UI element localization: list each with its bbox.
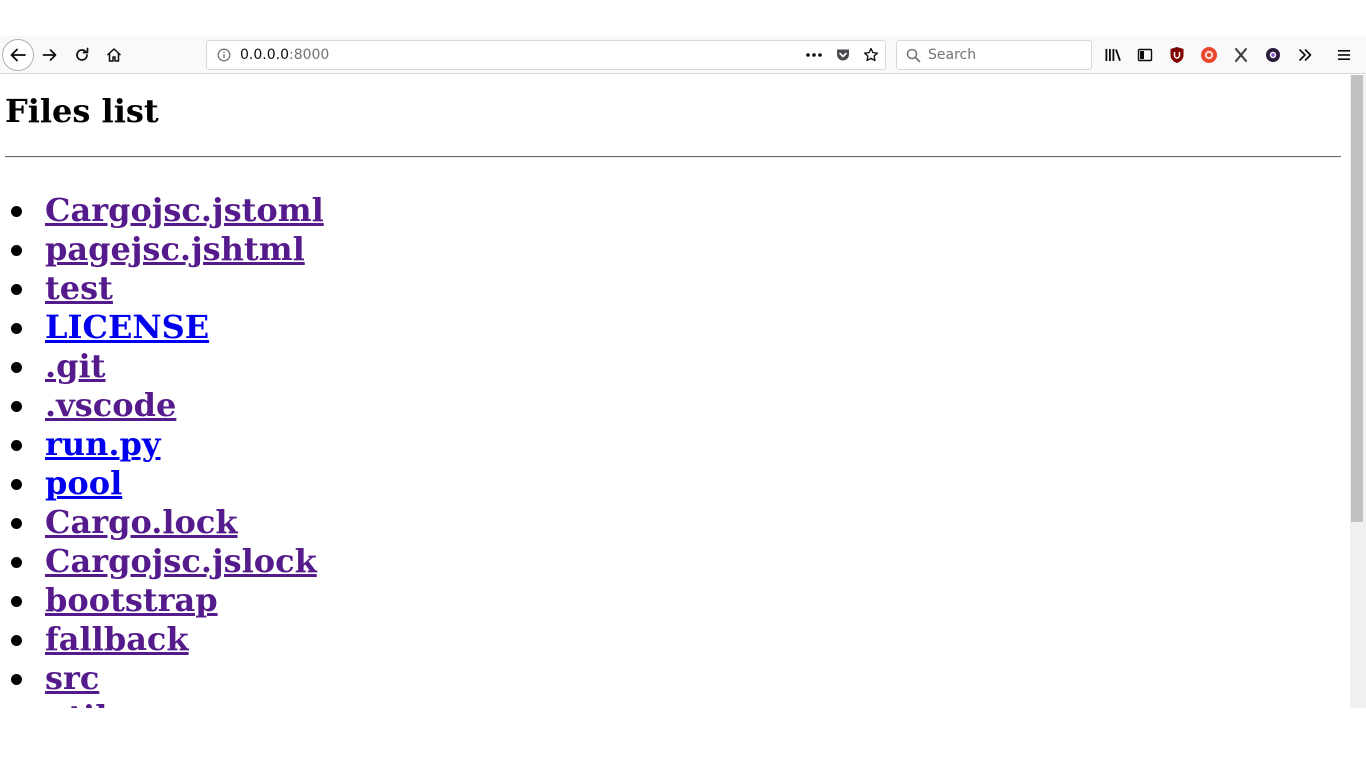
- double-chevron-right-icon: [1299, 49, 1312, 61]
- back-button[interactable]: [2, 39, 34, 71]
- arrow-right-icon: [42, 49, 57, 61]
- reload-button[interactable]: [68, 41, 96, 69]
- file-link[interactable]: Cargojsc.jstoml: [45, 191, 324, 229]
- info-icon[interactable]: [217, 48, 231, 62]
- file-list-item: .git: [5, 347, 324, 386]
- browser-toolbar: 0.0.0.0:8000 Search: [0, 36, 1366, 74]
- url-host: 0.0.0.0: [240, 47, 289, 63]
- bullet-icon: [11, 206, 22, 217]
- file-list-item: bootstrap: [5, 581, 324, 620]
- bullet-icon: [11, 674, 22, 685]
- bullet-icon: [11, 323, 22, 334]
- file-link[interactable]: bootstrap: [45, 581, 218, 619]
- x-extension-button[interactable]: [1227, 41, 1255, 69]
- bullet-icon: [11, 245, 22, 256]
- url-text[interactable]: 0.0.0.0:8000: [240, 47, 329, 63]
- file-link[interactable]: LICENSE: [45, 308, 209, 346]
- extension-red-icon: [1201, 47, 1217, 63]
- ublock-button[interactable]: [1163, 41, 1191, 69]
- circle-extension-button[interactable]: [1259, 41, 1287, 69]
- window-bottom-strip: [0, 708, 1366, 768]
- x-icon: [1235, 48, 1247, 62]
- bullet-icon: [11, 479, 22, 490]
- search-bar[interactable]: Search: [896, 40, 1092, 70]
- file-link[interactable]: .vscode: [45, 386, 176, 424]
- horizontal-rule: [5, 156, 1341, 158]
- file-list-item: fallback: [5, 620, 324, 659]
- menu-button[interactable]: [1330, 41, 1358, 69]
- file-list-item: run.py: [5, 425, 324, 464]
- file-list-item: LICENSE: [5, 308, 324, 347]
- bullet-icon: [11, 440, 22, 451]
- file-link[interactable]: Cargo.lock: [45, 503, 238, 541]
- page-title: Files list: [5, 92, 159, 130]
- file-list-item: .vscode: [5, 386, 324, 425]
- bullet-icon: [11, 401, 22, 412]
- file-link[interactable]: util: [45, 698, 107, 708]
- file-list-item: pool: [5, 464, 324, 503]
- ellipsis-icon: [806, 53, 822, 57]
- file-list-item: pagejsc.jshtml: [5, 230, 324, 269]
- bullet-icon: [11, 596, 22, 607]
- library-icon: [1105, 49, 1121, 62]
- sidebar-icon: [1137, 48, 1153, 62]
- window-top-strip: [0, 0, 1366, 36]
- search-placeholder: Search: [928, 47, 977, 63]
- forward-button[interactable]: [36, 41, 64, 69]
- star-icon: [863, 47, 879, 62]
- file-link[interactable]: .git: [45, 347, 105, 385]
- url-port: :8000: [288, 47, 330, 63]
- circle-extension-icon: [1266, 48, 1280, 62]
- bullet-icon: [11, 557, 22, 568]
- file-list-item: src: [5, 659, 324, 698]
- library-button[interactable]: [1099, 41, 1127, 69]
- file-list-item: Cargojsc.jslock: [5, 542, 324, 581]
- address-bar[interactable]: 0.0.0.0:8000: [206, 40, 886, 70]
- file-list-item: Cargojsc.jstoml: [5, 191, 324, 230]
- bullet-icon: [11, 518, 22, 529]
- arrow-left-icon: [10, 48, 26, 62]
- file-list-item: Cargo.lock: [5, 503, 324, 542]
- hamburger-icon: [1338, 50, 1350, 60]
- bullet-icon: [11, 362, 22, 373]
- file-link[interactable]: test: [45, 269, 113, 307]
- pocket-button[interactable]: [835, 47, 851, 63]
- home-button[interactable]: [100, 41, 128, 69]
- file-link[interactable]: fallback: [45, 620, 189, 658]
- file-list-item: test: [5, 269, 324, 308]
- extension-button[interactable]: [1195, 41, 1223, 69]
- page-content: Files list Cargojsc.jstoml pagejsc.jshtml…: [0, 75, 1350, 708]
- sidebar-button[interactable]: [1131, 41, 1159, 69]
- reload-icon: [76, 47, 89, 61]
- file-link[interactable]: Cargojsc.jslock: [45, 542, 317, 580]
- file-list-item: util: [5, 698, 324, 708]
- file-link[interactable]: pool: [45, 464, 122, 502]
- pocket-icon: [837, 49, 849, 61]
- file-link[interactable]: pagejsc.jshtml: [45, 230, 305, 268]
- file-list: Cargojsc.jstoml pagejsc.jshtml test LICENSE…: [5, 191, 324, 708]
- home-icon: [106, 48, 122, 62]
- bullet-icon: [11, 284, 22, 295]
- bullet-icon: [11, 635, 22, 646]
- file-link[interactable]: src: [45, 659, 99, 697]
- bookmark-button[interactable]: [863, 47, 879, 63]
- ublock-icon: [1170, 47, 1184, 63]
- scrollbar-thumb[interactable]: [1351, 75, 1363, 522]
- search-icon: [906, 48, 921, 63]
- overflow-menu-button[interactable]: [1291, 41, 1319, 69]
- page-actions-button[interactable]: [804, 47, 824, 63]
- file-link[interactable]: run.py: [45, 425, 161, 463]
